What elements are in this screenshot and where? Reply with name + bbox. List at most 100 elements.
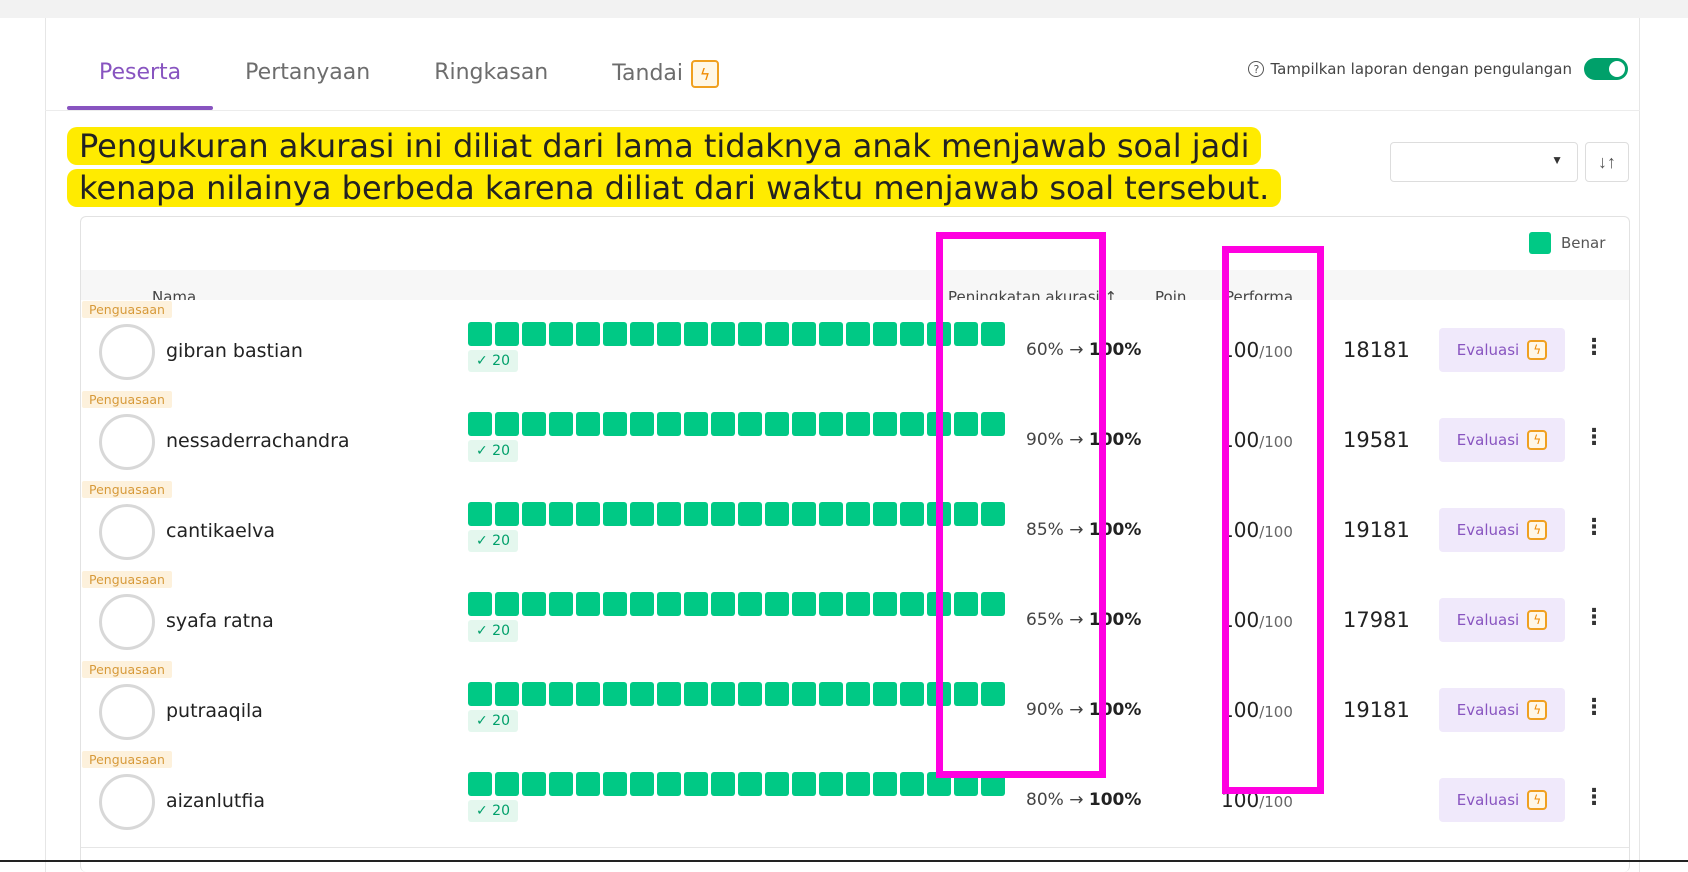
report-tabs: Peserta Pertanyaan Ringkasan Tandai ϟ — [67, 52, 751, 110]
answer-correct-cell — [873, 322, 897, 346]
answer-correct-cell — [468, 412, 492, 436]
answer-correct-cell — [711, 412, 735, 436]
help-icon[interactable]: ? — [1248, 61, 1265, 77]
answer-correct-cell — [576, 592, 600, 616]
bottom-edge-line — [0, 860, 1688, 862]
answer-correct-cell — [468, 772, 492, 796]
tab-ringkasan[interactable]: Ringkasan — [402, 52, 580, 110]
table-row[interactable]: Penguasaan syafa ratna ✓ 20 65% → 100% 100/1… — [81, 570, 1629, 668]
performance-score: 19181 — [1343, 518, 1410, 542]
legend-label: Benar — [1561, 234, 1606, 252]
more-options-icon[interactable]: ⋮ — [1583, 334, 1605, 360]
answer-correct-cell — [576, 772, 600, 796]
replay-report-toggle[interactable] — [1584, 58, 1628, 80]
answer-correct-cell — [792, 412, 816, 436]
answer-correct-cell — [819, 772, 843, 796]
mastery-badge: Penguasaan — [82, 391, 172, 408]
answer-correct-cell — [900, 592, 924, 616]
table-row[interactable]: Penguasaan cantikaelva ✓ 20 85% → 100% 100/1… — [81, 480, 1629, 578]
answer-correct-cell — [468, 682, 492, 706]
answer-correct-cell — [846, 682, 870, 706]
answer-correct-cell — [846, 502, 870, 526]
more-options-icon[interactable]: ⋮ — [1583, 694, 1605, 720]
answer-correct-cell — [738, 592, 762, 616]
answer-correct-cell — [495, 502, 519, 526]
mastery-badge: Penguasaan — [82, 571, 172, 588]
correct-count-chip: ✓ 20 — [468, 710, 518, 732]
answer-correct-cell — [846, 412, 870, 436]
table-row[interactable]: Penguasaan aizanlutfia ✓ 20 80% → 100% 100/1… — [81, 750, 1629, 848]
more-options-icon[interactable]: ⋮ — [1583, 514, 1605, 540]
answer-correct-cell — [549, 592, 573, 616]
answer-correct-cell — [900, 772, 924, 796]
tab-label: Peserta — [99, 60, 182, 85]
answer-correct-cell — [711, 682, 735, 706]
answer-correct-cell — [549, 682, 573, 706]
evaluate-label: Evaluasi — [1456, 791, 1520, 809]
sort-order-button[interactable]: ↓↑ — [1585, 142, 1629, 182]
answer-correct-cell — [900, 412, 924, 436]
participant-name[interactable]: putraaqila — [166, 700, 263, 722]
participant-name[interactable]: cantikaelva — [166, 520, 275, 542]
answer-correct-cell — [495, 592, 519, 616]
evaluate-button[interactable]: Evaluasi ϟ — [1439, 328, 1565, 372]
correct-count-chip: ✓ 20 — [468, 440, 518, 462]
answer-correct-cell — [630, 502, 654, 526]
answer-correct-cell — [765, 682, 789, 706]
answer-correct-cell — [603, 682, 627, 706]
tab-pertanyaan[interactable]: Pertanyaan — [213, 52, 402, 110]
evaluate-label: Evaluasi — [1456, 611, 1520, 629]
answer-correct-cell — [522, 682, 546, 706]
avatar-icon — [99, 684, 155, 740]
answer-correct-cell — [549, 322, 573, 346]
answer-correct-cell — [792, 772, 816, 796]
sort-dropdown[interactable]: ▼ — [1390, 142, 1578, 182]
avatar-icon — [99, 774, 155, 830]
answer-bar-strip — [468, 322, 1005, 346]
answer-correct-cell — [657, 682, 681, 706]
answer-correct-cell — [819, 322, 843, 346]
legend: Benar — [1529, 232, 1605, 254]
answer-correct-cell — [576, 502, 600, 526]
answer-correct-cell — [819, 592, 843, 616]
tab-tandai[interactable]: Tandai ϟ — [580, 52, 751, 110]
answer-bar-strip — [468, 772, 1005, 796]
participant-name[interactable]: gibran bastian — [166, 340, 303, 362]
avatar-icon — [99, 504, 155, 560]
answer-correct-cell — [549, 772, 573, 796]
participant-name[interactable]: nessaderrachandra — [166, 430, 350, 452]
evaluate-button[interactable]: Evaluasi ϟ — [1439, 508, 1565, 552]
participant-name[interactable]: syafa ratna — [166, 610, 274, 632]
more-options-icon[interactable]: ⋮ — [1583, 604, 1605, 630]
tab-label: Ringkasan — [434, 60, 549, 85]
evaluate-button[interactable]: Evaluasi ϟ — [1439, 778, 1565, 822]
answer-correct-cell — [711, 772, 735, 796]
arrow-right-icon: → — [1069, 790, 1084, 810]
answer-correct-cell — [657, 412, 681, 436]
table-row[interactable]: Penguasaan putraaqila ✓ 20 90% → 100% 100/10… — [81, 660, 1629, 758]
tab-peserta[interactable]: Peserta — [67, 52, 214, 110]
answer-correct-cell — [765, 592, 789, 616]
lightning-icon: ϟ — [1527, 520, 1548, 540]
answer-correct-cell — [819, 412, 843, 436]
participant-name[interactable]: aizanlutfia — [166, 790, 265, 812]
mastery-badge: Penguasaan — [82, 481, 172, 498]
answer-correct-cell — [576, 682, 600, 706]
answer-bar-strip — [468, 412, 1005, 436]
table-row[interactable]: Penguasaan nessaderrachandra ✓ 20 90% → 100… — [81, 390, 1629, 488]
answer-correct-cell — [630, 412, 654, 436]
answer-correct-cell — [873, 412, 897, 436]
answer-correct-cell — [846, 592, 870, 616]
more-options-icon[interactable]: ⋮ — [1583, 784, 1605, 810]
answer-correct-cell — [765, 772, 789, 796]
performance-score: 17981 — [1343, 608, 1410, 632]
more-options-icon[interactable]: ⋮ — [1583, 424, 1605, 450]
answer-correct-cell — [873, 772, 897, 796]
table-row[interactable]: Penguasaan gibran bastian ✓ 20 60% → 100% 10… — [81, 300, 1629, 398]
evaluate-button[interactable]: Evaluasi ϟ — [1439, 688, 1565, 732]
sort-icon: ↓↑ — [1598, 151, 1616, 172]
answer-correct-cell — [765, 412, 789, 436]
evaluate-button[interactable]: Evaluasi ϟ — [1439, 598, 1565, 642]
performance-highlight-box — [1222, 246, 1324, 794]
evaluate-button[interactable]: Evaluasi ϟ — [1439, 418, 1565, 462]
